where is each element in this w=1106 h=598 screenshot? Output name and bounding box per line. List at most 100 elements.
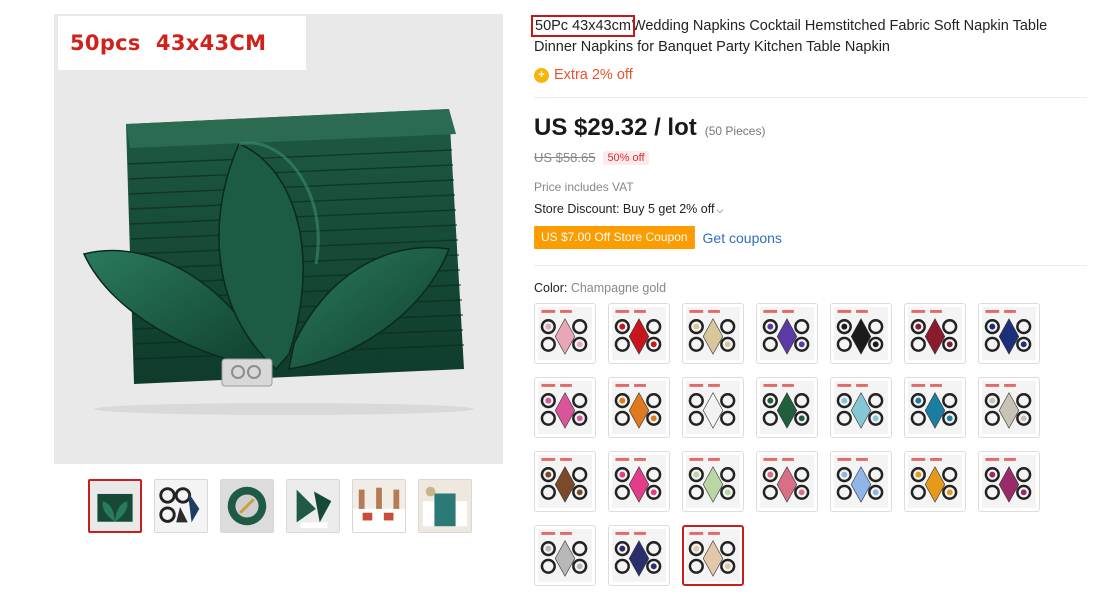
color-swatch[interactable] <box>608 451 670 512</box>
color-swatch[interactable] <box>608 525 670 586</box>
swatch-image <box>538 529 592 582</box>
napkin-set-swatch-icon <box>982 381 1036 434</box>
napkin-set-swatch-icon <box>982 455 1036 508</box>
banquet-thumb-icon <box>353 480 405 532</box>
vat-note: Price includes VAT <box>534 180 634 194</box>
color-swatch[interactable] <box>830 303 892 364</box>
swatch-image <box>982 307 1036 360</box>
napkin-set-swatch-icon <box>538 307 592 360</box>
swatch-image <box>538 455 592 508</box>
color-swatch[interactable] <box>978 451 1040 512</box>
chevron-down-icon: ⌵ <box>716 205 724 215</box>
swatch-image <box>834 455 888 508</box>
napkin-set-swatch-icon <box>834 307 888 360</box>
swatch-image <box>686 529 740 582</box>
napkin-set-swatch-icon <box>760 455 814 508</box>
swatch-image <box>760 381 814 434</box>
napkin-set-swatch-icon <box>686 529 740 582</box>
napkin-set-swatch-icon <box>686 381 740 434</box>
swatch-image <box>538 307 592 360</box>
table-runner-thumb-icon <box>419 480 471 532</box>
extra-discount: + Extra 2% off <box>534 67 633 83</box>
thumbnail-green-place-setting[interactable] <box>220 479 274 533</box>
napkin-set-swatch-icon <box>686 455 740 508</box>
title-size-highlight: 50Pc 43x43cm <box>531 15 635 37</box>
swatch-image <box>760 455 814 508</box>
color-swatch[interactable] <box>682 377 744 438</box>
current-price: US $29.32 / lot <box>534 114 697 141</box>
swatch-image <box>686 381 740 434</box>
color-swatch[interactable] <box>830 377 892 438</box>
napkin-stack-thumb-icon <box>90 481 140 531</box>
napkin-set-thumb-icon <box>155 480 207 532</box>
swatch-image <box>612 307 666 360</box>
napkin-set-swatch-icon <box>908 381 962 434</box>
color-swatch[interactable] <box>608 377 670 438</box>
napkin-set-swatch-icon <box>834 381 888 434</box>
napkin-set-swatch-icon <box>908 455 962 508</box>
color-swatch[interactable] <box>682 303 744 364</box>
discount-badge: 50% off <box>603 150 649 165</box>
color-swatch[interactable] <box>978 377 1040 438</box>
coin-icon: + <box>534 67 549 83</box>
napkin-set-swatch-icon <box>538 529 592 582</box>
color-swatch[interactable] <box>756 451 818 512</box>
color-label: Color: Champagne gold <box>534 281 666 295</box>
napkin-set-swatch-icon <box>834 455 888 508</box>
color-swatch[interactable] <box>904 303 966 364</box>
thumbnail-banquet-hall[interactable] <box>352 479 406 533</box>
color-swatch[interactable] <box>682 525 744 586</box>
store-discount[interactable]: Store Discount: Buy 5 get 2% off ⌵ <box>534 202 723 216</box>
swatch-image <box>612 381 666 434</box>
swatch-image <box>982 455 1036 508</box>
product-title: 50Pc 43x43cmWedding Napkins Cocktail Hem… <box>531 15 1074 57</box>
thumbnail-green-napkin-stack[interactable] <box>88 479 142 533</box>
selected-color-value: Champagne gold <box>570 281 667 295</box>
get-coupons-link[interactable]: Get coupons <box>703 230 782 246</box>
swatch-image <box>982 381 1036 434</box>
main-product-image[interactable]: 50pcs 43x43CM <box>54 14 503 464</box>
napkin-stack-illustration <box>54 14 503 464</box>
color-swatch[interactable] <box>830 451 892 512</box>
color-swatch[interactable] <box>904 451 966 512</box>
color-swatch[interactable] <box>534 303 596 364</box>
swatch-image <box>834 307 888 360</box>
extra-discount-text: Extra 2% off <box>554 67 633 83</box>
napkin-set-swatch-icon <box>760 381 814 434</box>
swatch-image <box>908 381 962 434</box>
divider <box>534 265 1087 266</box>
color-swatch[interactable] <box>978 303 1040 364</box>
swatch-image <box>760 307 814 360</box>
color-swatch[interactable] <box>534 525 596 586</box>
swatch-image <box>834 381 888 434</box>
color-swatch[interactable] <box>534 451 596 512</box>
color-swatch[interactable] <box>756 303 818 364</box>
swatch-image <box>908 455 962 508</box>
swatch-image <box>538 381 592 434</box>
folded-napkins-thumb-icon <box>287 480 339 532</box>
thumbnail-napkin-set-grid[interactable] <box>154 479 208 533</box>
thumbnail-table-runner[interactable] <box>418 479 472 533</box>
color-swatch[interactable] <box>534 377 596 438</box>
price-row: US $29.32 / lot (50 Pieces) <box>534 114 765 142</box>
color-swatch[interactable] <box>682 451 744 512</box>
store-coupon-badge[interactable]: US $7.00 Off Store Coupon <box>532 226 695 249</box>
color-swatch-grid <box>534 303 1044 586</box>
swatch-image <box>686 307 740 360</box>
napkin-set-swatch-icon <box>612 529 666 582</box>
divider <box>534 97 1087 98</box>
color-swatch[interactable] <box>904 377 966 438</box>
thumbnail-folded-green-napkins[interactable] <box>286 479 340 533</box>
napkin-set-swatch-icon <box>982 307 1036 360</box>
swatch-image <box>908 307 962 360</box>
coupon-row: US $7.00 Off Store Coupon Get coupons <box>532 226 782 249</box>
color-swatch[interactable] <box>608 303 670 364</box>
napkin-set-swatch-icon <box>612 455 666 508</box>
swatch-image <box>612 455 666 508</box>
napkin-set-swatch-icon <box>538 455 592 508</box>
original-price: US $58.65 <box>534 150 596 165</box>
napkin-set-swatch-icon <box>760 307 814 360</box>
color-label-key: Color: <box>534 281 571 295</box>
napkin-set-swatch-icon <box>908 307 962 360</box>
color-swatch[interactable] <box>756 377 818 438</box>
